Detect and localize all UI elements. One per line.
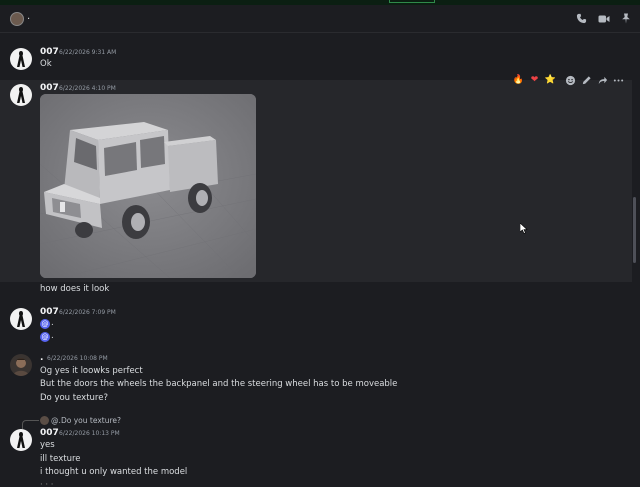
channel-header: . (0, 5, 640, 33)
mention-icon[interactable]: @ (40, 319, 50, 329)
message-text: . (51, 331, 54, 341)
channel-name[interactable]: . (27, 11, 30, 22)
message-timestamp: 6/22/2026 7:09 PM (59, 309, 116, 316)
channel-avatar[interactable] (10, 12, 24, 26)
message-text: But the doors the wheels the backpanel a… (40, 379, 398, 389)
reply-connector (22, 420, 39, 429)
message-text: i thought u only wanted the model (40, 467, 188, 477)
scrollbar-thumb[interactable] (633, 197, 636, 263)
message-timestamp: 6/22/2026 10:13 PM (59, 430, 120, 437)
message-author[interactable]: 007 (40, 428, 59, 438)
clipped-previous-message: · · · (40, 33, 54, 35)
message-text: how does it look (40, 284, 110, 294)
phone-call-icon[interactable] (575, 12, 588, 25)
avatar[interactable] (10, 48, 32, 70)
clipped-next-line: · · · (40, 480, 54, 487)
more-options-icon[interactable] (612, 74, 625, 87)
reaction-star-button[interactable]: ⭐ (544, 74, 557, 87)
message-author[interactable]: 007 (40, 47, 59, 57)
message-text: ill texture (40, 454, 81, 464)
image-attachment[interactable] (40, 94, 256, 278)
message-text: Og yes it loowks perfect (40, 366, 143, 376)
message-timestamp: 6/22/2026 4:10 PM (59, 85, 116, 92)
message-list[interactable]: · · · 007 6/22/2026 9:31 AM Ok 007 6/22/… (0, 33, 640, 487)
reply-avatar (40, 416, 49, 425)
message-author[interactable]: 007 (40, 83, 59, 93)
message-text: . (51, 318, 54, 328)
reply-author[interactable]: @. (51, 416, 61, 425)
message-author[interactable]: . (40, 353, 43, 363)
active-call-indicator[interactable] (389, 0, 435, 3)
message-text: yes (40, 440, 55, 450)
reaction-heart-button[interactable]: ❤ (528, 74, 541, 87)
reaction-fire-button[interactable]: 🔥 (512, 74, 525, 87)
message-text: Do you texture? (40, 393, 108, 403)
avatar[interactable] (10, 84, 32, 106)
message-text: Ok (40, 59, 52, 69)
avatar[interactable] (10, 308, 32, 330)
pin-icon[interactable] (619, 12, 632, 25)
avatar[interactable] (10, 429, 32, 451)
reply-preview[interactable]: Do you texture? (61, 416, 121, 425)
add-reaction-icon[interactable] (564, 74, 577, 87)
video-icon[interactable] (597, 12, 610, 25)
mouse-cursor-icon (519, 219, 528, 238)
forward-icon[interactable] (596, 74, 609, 87)
avatar[interactable] (10, 354, 32, 376)
header-actions (575, 12, 632, 25)
mention-icon[interactable]: @ (40, 332, 50, 342)
edit-icon[interactable] (580, 74, 593, 87)
message-author[interactable]: 007 (40, 307, 59, 317)
message-timestamp: 6/22/2026 9:31 AM (59, 49, 117, 56)
message-action-bar: 🔥 ❤ ⭐ (512, 72, 625, 88)
message-timestamp: 6/22/2026 10:08 PM (47, 355, 108, 362)
truck-model-render (40, 94, 256, 278)
